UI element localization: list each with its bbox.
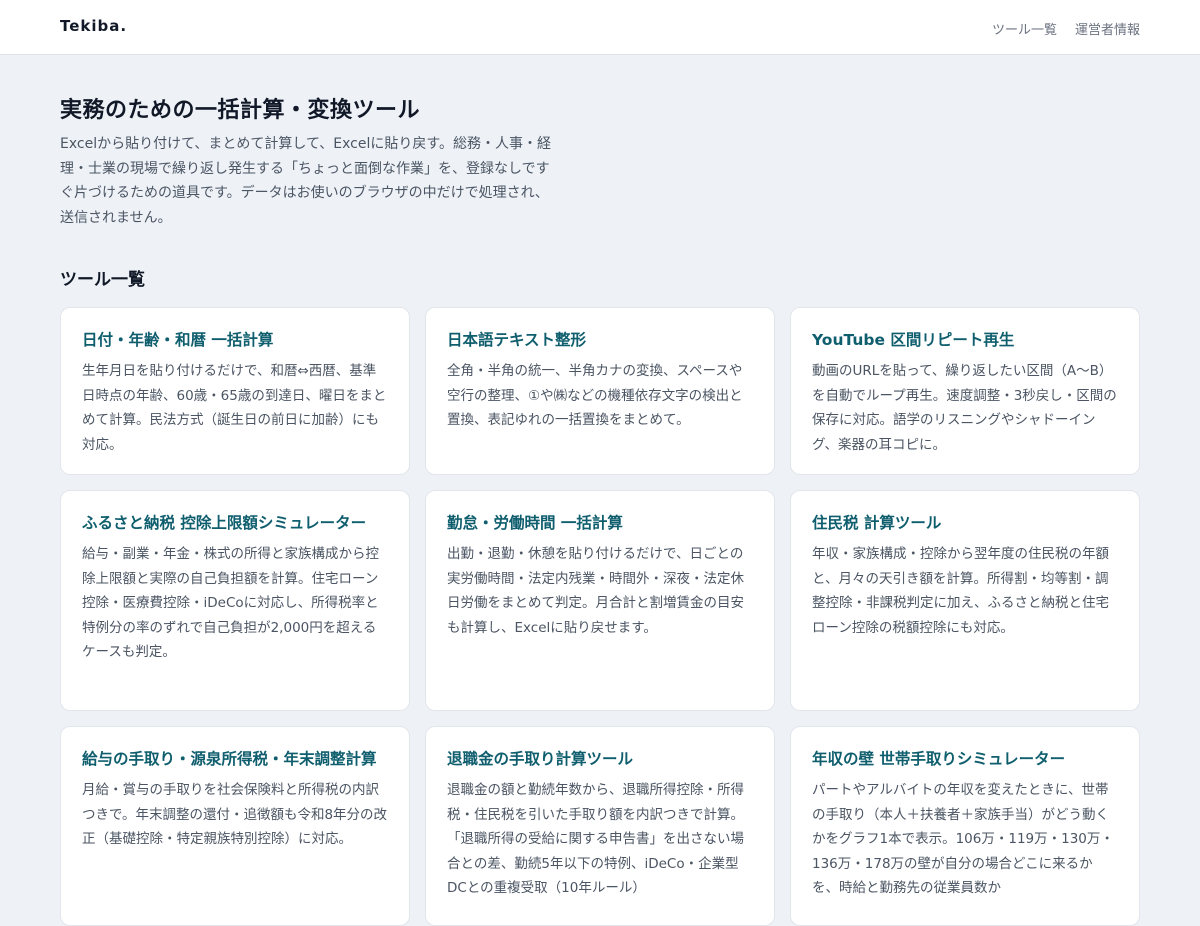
tool-card-description: パートやアルバイトの年収を変えたときに、世帯の手取り（本人＋扶養者＋家族手当）が… [812,782,1114,896]
nav-link-operator-info[interactable]: 運営者情報 [1075,19,1140,38]
tool-card-title: 住民税 計算ツール [812,514,942,532]
header-nav: ツール一覧 運営者情報 [992,19,1140,38]
tool-card-description: 給与・副業・年金・株式の所得と家族構成から控除上限額と実際の自己負担額を計算。住… [82,546,379,660]
tool-card-date-age-wareki[interactable]: 日付・年齢・和暦 一括計算 生年月日を貼り付けるだけで、和暦⇔西暦、基準日時点の… [60,307,410,475]
site-logo[interactable]: Tekiba. [60,17,127,35]
page-title: 実務のための一括計算・変換ツール [60,98,421,123]
tool-card-description: 月給・賞与の手取りを社会保険料と所得税の内訳つきで。年末調整の還付・追徴額も令和… [82,782,388,847]
site-header: Tekiba. ツール一覧 運営者情報 [0,0,1200,55]
tool-card-youtube-repeat[interactable]: YouTube 区間リピート再生 動画のURLを貼って、繰り返したい区間（A〜B… [790,307,1140,475]
tool-card-income-wall[interactable]: 年収の壁 世帯手取りシミュレーター パートやアルバイトの年収を変えたときに、世帯… [790,726,1140,926]
tool-card-description: 出勤・退勤・休憩を貼り付けるだけで、日ごとの実労働時間・法定内残業・時間外・深夜… [447,546,744,636]
tool-card-attendance-hours[interactable]: 勤怠・労働時間 一括計算 出勤・退勤・休憩を貼り付けるだけで、日ごとの実労働時間… [425,490,775,711]
tool-card-title: 日付・年齢・和暦 一括計算 [82,331,274,349]
tool-card-japanese-text-format[interactable]: 日本語テキスト整形 全角・半角の統一、半角カナの変換、スペースや空行の整理、①や… [425,307,775,475]
nav-link-tool-list[interactable]: ツール一覧 [992,19,1057,38]
tool-card-title: ふるさと納税 控除上限額シミュレーター [82,514,367,532]
tool-card-title: 勤怠・労働時間 一括計算 [447,514,623,532]
page-description: Excelから貼り付けて、まとめて計算して、Excelに貼り戻す。総務・人事・経… [60,136,551,226]
tool-card-title: YouTube 区間リピート再生 [812,331,1015,349]
tool-card-description: 年収・家族構成・控除から翌年度の住民税の年額と、月々の天引き額を計算。所得割・均… [812,546,1109,636]
tool-card-description: 生年月日を貼り付けるだけで、和暦⇔西暦、基準日時点の年齢、60歳・65歳の到達日… [82,363,387,453]
tool-card-description: 全角・半角の統一、半角カナの変換、スペースや空行の整理、①や㈱などの機種依存文字… [447,363,743,428]
tool-card-furusato-nozei[interactable]: ふるさと納税 控除上限額シミュレーター 給与・副業・年金・株式の所得と家族構成か… [60,490,410,711]
tool-card-description: 退職金の額と勤続年数から、退職所得控除・所得税・住民税を引いた手取り額を内訳つき… [447,782,744,896]
tool-card-grid: 日付・年齢・和暦 一括計算 生年月日を貼り付けるだけで、和暦⇔西暦、基準日時点の… [60,307,1140,926]
tool-card-salary-takehome[interactable]: 給与の手取り・源泉所得税・年末調整計算 月給・賞与の手取りを社会保険料と所得税の… [60,726,410,926]
tool-card-title: 給与の手取り・源泉所得税・年末調整計算 [82,750,377,768]
tool-card-title: 退職金の手取り計算ツール [447,750,634,768]
tool-card-title: 年収の壁 世帯手取りシミュレーター [812,750,1066,768]
tool-list-heading: ツール一覧 [60,270,145,290]
tool-card-retirement-allowance[interactable]: 退職金の手取り計算ツール 退職金の額と勤続年数から、退職所得控除・所得税・住民税… [425,726,775,926]
tool-card-title: 日本語テキスト整形 [447,331,587,349]
tool-card-description: 動画のURLを貼って、繰り返したい区間（A〜B）を自動でループ再生。速度調整・3… [812,363,1117,453]
tool-card-resident-tax[interactable]: 住民税 計算ツール 年収・家族構成・控除から翌年度の住民税の年額と、月々の天引き… [790,490,1140,711]
